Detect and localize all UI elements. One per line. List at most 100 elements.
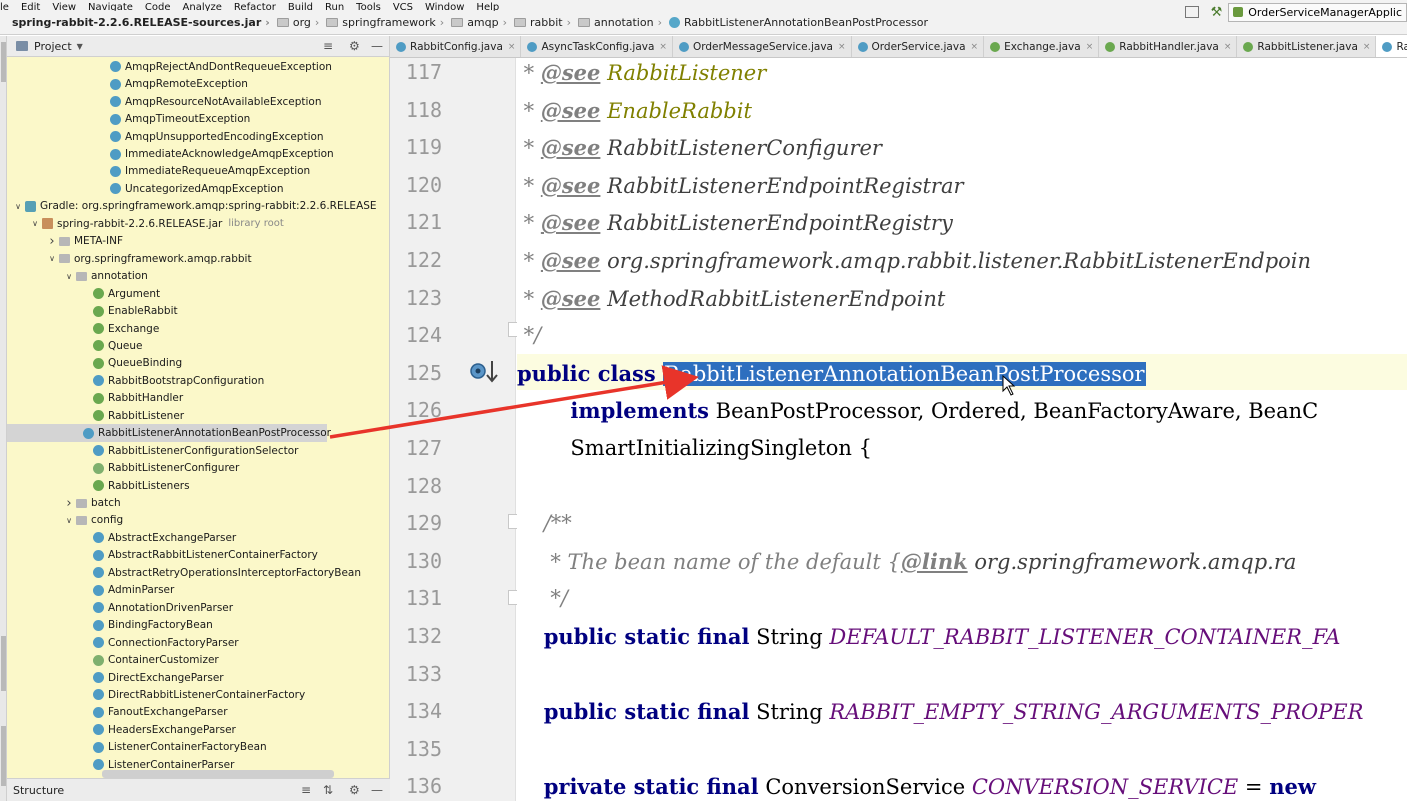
breadcrumb-item[interactable]: amqp › — [448, 16, 511, 29]
menu-item[interactable]: Build — [288, 3, 313, 12]
close-icon[interactable]: × — [508, 42, 516, 52]
menu-item[interactable]: Refactor — [234, 3, 276, 12]
tree-item[interactable]: RabbitListener — [7, 407, 390, 425]
tree-item[interactable]: DirectRabbitListenerContainerFactory — [7, 686, 390, 704]
editor-tab[interactable]: RabbitHandler.java × — [1099, 36, 1238, 57]
tree-item[interactable]: RabbitHandler — [7, 390, 390, 408]
tree-item[interactable]: ∨ config — [7, 512, 390, 530]
tree-item[interactable]: QueueBinding — [7, 355, 390, 373]
editor-tab[interactable]: Exchange.java × — [984, 36, 1100, 57]
tree-item[interactable]: AmqpTimeoutException — [7, 110, 390, 128]
tree-item[interactable]: AbstractRabbitListenerContainerFactory — [7, 547, 390, 565]
tree-item[interactable]: Argument — [7, 285, 390, 303]
menu-item[interactable]: Code — [145, 3, 171, 12]
tree-item[interactable]: ContainerCustomizer — [7, 651, 390, 669]
editor-tab[interactable]: RabbitConfig.java × — [390, 36, 522, 57]
editor-tab[interactable]: OrderMessageService.java × — [673, 36, 852, 57]
project-panel-title[interactable]: Project — [34, 40, 72, 53]
structure-tool-button[interactable] — [1, 726, 6, 786]
menu-item[interactable]: Edit — [21, 3, 40, 12]
breadcrumb-item[interactable]: org › — [274, 16, 323, 29]
menu-item[interactable]: Run — [325, 3, 344, 12]
tree-item[interactable]: Exchange — [7, 320, 390, 338]
tree-item[interactable]: ImmediateAcknowledgeAmqpException — [7, 145, 390, 163]
chevron-down-icon[interactable]: ∨ — [47, 254, 57, 263]
tree-item[interactable]: RabbitListenerAnnotationBeanPostProcesso… — [7, 424, 331, 442]
breadcrumb-item[interactable]: spring-rabbit-2.2.6.RELEASE-sources.jar › — [0, 16, 274, 29]
tree-item[interactable]: AdminParser — [7, 582, 390, 600]
menu-item[interactable]: Help — [476, 3, 499, 12]
tree-item[interactable]: DirectExchangeParser — [7, 669, 390, 687]
chevron-down-icon[interactable]: ▼ — [77, 42, 83, 51]
layout-icon[interactable] — [1184, 6, 1199, 18]
tree-item[interactable]: BindingFactoryBean — [7, 616, 390, 634]
tree-item[interactable]: › batch — [7, 494, 390, 512]
tree-item[interactable]: AmqpResourceNotAvailableException — [7, 93, 390, 111]
project-tree[interactable]: AmqpRejectAndDontRequeueException AmqpRem… — [7, 58, 390, 782]
editor-tab[interactable]: OrderService.java × — [852, 36, 985, 57]
gear-icon[interactable]: ⚙ — [349, 783, 360, 797]
chevron-right-icon[interactable]: › — [47, 234, 57, 249]
tree-item[interactable]: ∨ spring-rabbit-2.2.6.RELEASE.jar library … — [7, 215, 390, 233]
editor-tab[interactable]: AsyncTaskConfig.java × — [521, 36, 673, 57]
tree-item[interactable]: RabbitListenerConfigurer — [7, 459, 390, 477]
tree-item[interactable]: RabbitBootstrapConfiguration — [7, 372, 390, 390]
build-hammer-icon[interactable]: ⚒ — [1211, 5, 1223, 20]
horizontal-scrollbar[interactable] — [102, 770, 334, 778]
tree-item[interactable]: AbstractExchangeParser — [7, 529, 390, 547]
tree-item[interactable]: FanoutExchangeParser — [7, 704, 390, 722]
menu-item[interactable]: le — [0, 3, 9, 12]
breadcrumb-item[interactable]: springframework › — [323, 16, 448, 29]
close-icon[interactable]: × — [838, 42, 846, 52]
tree-item[interactable]: AmqpRemoteException — [7, 75, 390, 93]
tree-item[interactable]: AmqpUnsupportedEncodingException — [7, 128, 390, 146]
collapse-all-icon[interactable]: ≡ — [323, 39, 333, 53]
close-icon[interactable]: × — [659, 42, 667, 52]
menu-item[interactable]: VCS — [393, 3, 413, 12]
tree-item[interactable]: ImmediateRequeueAmqpException — [7, 163, 390, 181]
tree-item[interactable]: ConnectionFactoryParser — [7, 634, 390, 652]
tree-item[interactable]: ListenerContainerFactoryBean — [7, 739, 390, 757]
menu-item[interactable]: Window — [425, 3, 464, 12]
tree-item[interactable]: RabbitListenerConfigurationSelector — [7, 442, 390, 460]
tree-item[interactable]: › META-INF — [7, 233, 390, 251]
tree-item[interactable]: HeadersExchangeParser — [7, 721, 390, 739]
minimize-icon[interactable]: — — [371, 39, 383, 53]
sort-icon[interactable]: ≡ — [301, 783, 311, 797]
implemented-method-gutter-icon[interactable] — [468, 358, 500, 386]
chevron-down-icon[interactable]: ∨ — [64, 516, 74, 525]
tree-item[interactable]: EnableRabbit — [7, 302, 390, 320]
tree-item[interactable]: Queue — [7, 337, 390, 355]
code-editor[interactable]: * @see RabbitListener * @see EnableRabbi… — [517, 58, 1407, 801]
chevron-right-icon[interactable]: › — [64, 496, 74, 511]
tree-item[interactable]: ∨ org.springframework.amqp.rabbit — [7, 250, 390, 268]
tree-item[interactable]: ∨ Gradle: org.springframework.amqp:spring… — [7, 198, 390, 216]
breadcrumb-item[interactable]: rabbit › — [511, 16, 575, 29]
menu-item[interactable]: View — [52, 3, 76, 12]
menu-item[interactable]: Navigate — [88, 3, 133, 12]
collapse-icon[interactable]: ⇅ — [323, 783, 333, 797]
tree-item[interactable]: AbstractRetryOperationsInterceptorFactor… — [7, 564, 390, 582]
chevron-down-icon[interactable]: ∨ — [64, 272, 74, 281]
project-tool-button[interactable] — [1, 42, 6, 82]
structure-panel-title[interactable]: Structure — [13, 784, 64, 797]
editor-tab[interactable]: RabbitListen — [1376, 36, 1407, 57]
tree-item[interactable]: AnnotationDrivenParser — [7, 599, 390, 617]
tree-item[interactable]: UncategorizedAmqpException — [7, 180, 390, 198]
favorites-tool-button[interactable] — [1, 636, 6, 691]
menu-item[interactable]: Tools — [356, 3, 381, 12]
tree-item[interactable]: AmqpRejectAndDontRequeueException — [7, 58, 390, 76]
chevron-down-icon[interactable]: ∨ — [13, 202, 23, 211]
breadcrumb-item[interactable]: annotation › — [575, 16, 666, 29]
close-icon[interactable]: × — [1224, 42, 1232, 52]
close-icon[interactable]: × — [1086, 42, 1094, 52]
tree-item[interactable]: RabbitListeners — [7, 477, 390, 495]
editor-tab[interactable]: RabbitListener.java × — [1237, 36, 1377, 57]
close-icon[interactable]: × — [1363, 42, 1371, 52]
tree-item[interactable]: ∨ annotation — [7, 267, 390, 285]
menu-item[interactable]: Analyze — [183, 3, 222, 12]
breadcrumb-item[interactable]: RabbitListenerAnnotationBeanPostProcesso… — [666, 16, 932, 29]
gear-icon[interactable]: ⚙ — [349, 39, 360, 53]
minimize-icon[interactable]: — — [371, 783, 383, 797]
run-configuration-selector[interactable]: OrderServiceManagerApplic — [1228, 2, 1407, 22]
